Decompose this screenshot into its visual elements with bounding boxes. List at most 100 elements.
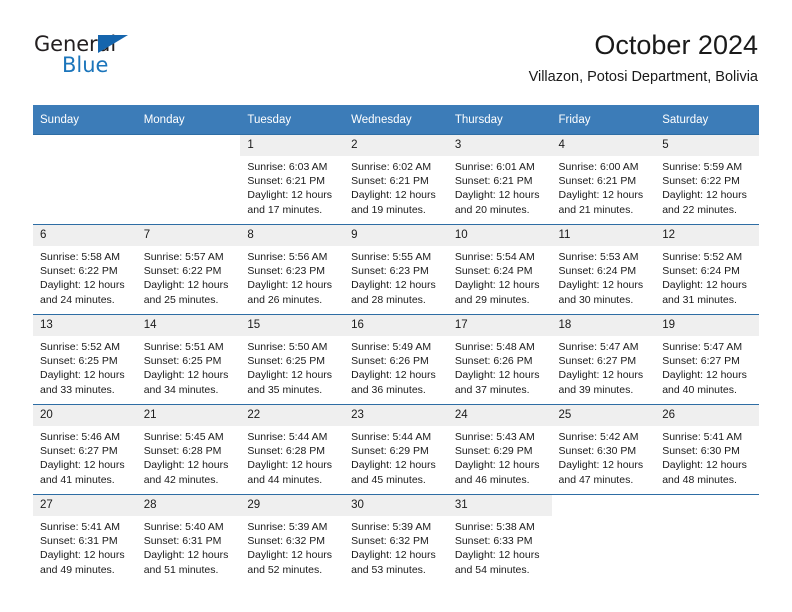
day-number: 1 bbox=[240, 135, 345, 156]
day-number: 24 bbox=[447, 405, 552, 426]
calendar-week-row: 27 Sunrise: 5:41 AM Sunset: 6:31 PM Dayligh… bbox=[33, 494, 759, 584]
sunset-text: Sunset: 6:26 PM bbox=[351, 355, 429, 368]
calendar-day-cell[interactable]: 2 Sunrise: 6:02 AM Sunset: 6:21 PM Daylight… bbox=[344, 134, 448, 225]
calendar-day-cell[interactable]: 18 Sunrise: 5:47 AM Sunset: 6:27 PM Dayligh… bbox=[551, 314, 656, 405]
calendar-cell-empty bbox=[136, 134, 241, 225]
sunset-text: Sunset: 6:32 PM bbox=[247, 535, 326, 548]
daylight-text: Daylight: 12 hours and 30 minutes. bbox=[558, 279, 644, 306]
calendar-day-cell[interactable]: 5 Sunrise: 5:59 AM Sunset: 6:22 PM Daylight… bbox=[655, 134, 759, 225]
sunrise-text: Sunrise: 5:52 AM bbox=[40, 341, 120, 353]
calendar-day-cell[interactable]: 21 Sunrise: 5:45 AM Sunset: 6:28 PM Dayligh… bbox=[136, 404, 241, 495]
sunrise-text: Sunrise: 5:43 AM bbox=[454, 431, 535, 443]
day-sun-info: Sunrise: 5:47 AM Sunset: 6:27 PM Daylight:… bbox=[552, 336, 656, 397]
sunrise-text: Sunrise: 5:58 AM bbox=[40, 251, 120, 263]
day-sun-info: Sunrise: 5:55 AM Sunset: 6:23 PM Daylight:… bbox=[344, 246, 448, 307]
sunrise-text: Sunrise: 5:51 AM bbox=[143, 341, 224, 353]
daylight-text: Daylight: 12 hours and 49 minutes. bbox=[40, 549, 125, 576]
day-sun-info: Sunrise: 5:44 AM Sunset: 6:29 PM Daylight:… bbox=[344, 426, 448, 487]
sunset-text: Sunset: 6:32 PM bbox=[351, 535, 429, 548]
day-sun-info: Sunrise: 6:00 AM Sunset: 6:21 PM Daylight:… bbox=[552, 156, 656, 217]
day-sun-info: Sunrise: 5:49 AM Sunset: 6:26 PM Daylight:… bbox=[344, 336, 448, 397]
day-number: 28 bbox=[136, 495, 241, 516]
page-title: October 2024 bbox=[594, 30, 758, 60]
calendar-day-cell[interactable]: 23 Sunrise: 5:44 AM Sunset: 6:29 PM Dayligh… bbox=[344, 404, 448, 495]
day-sun-info: Sunrise: 5:52 AM Sunset: 6:25 PM Daylight:… bbox=[33, 336, 137, 397]
calendar-day-cell[interactable]: 17 Sunrise: 5:48 AM Sunset: 6:26 PM Dayligh… bbox=[447, 314, 552, 405]
sunset-text: Sunset: 6:29 PM bbox=[454, 445, 533, 458]
day-sun-info: Sunrise: 5:43 AM Sunset: 6:29 PM Daylight:… bbox=[448, 426, 552, 487]
day-number: 23 bbox=[344, 405, 448, 426]
day-number: 4 bbox=[551, 135, 656, 156]
calendar-day-cell[interactable]: 27 Sunrise: 5:41 AM Sunset: 6:31 PM Dayligh… bbox=[33, 494, 137, 584]
daylight-text: Daylight: 12 hours and 17 minutes. bbox=[247, 189, 333, 216]
daylight-text: Daylight: 12 hours and 53 minutes. bbox=[351, 549, 436, 576]
calendar-day-cell[interactable]: 28 Sunrise: 5:40 AM Sunset: 6:31 PM Dayligh… bbox=[136, 494, 241, 584]
day-sun-info: Sunrise: 5:46 AM Sunset: 6:27 PM Daylight:… bbox=[33, 426, 137, 487]
day-number: 29 bbox=[240, 495, 345, 516]
sunrise-text: Sunrise: 5:55 AM bbox=[351, 251, 432, 263]
calendar-day-cell[interactable]: 11 Sunrise: 5:53 AM Sunset: 6:24 PM Dayligh… bbox=[551, 224, 656, 315]
calendar-day-cell[interactable]: 10 Sunrise: 5:54 AM Sunset: 6:24 PM Dayligh… bbox=[447, 224, 552, 315]
calendar-day-cell[interactable]: 31 Sunrise: 5:38 AM Sunset: 6:33 PM Dayligh… bbox=[447, 494, 552, 584]
sunrise-text: Sunrise: 5:39 AM bbox=[351, 521, 432, 533]
calendar-day-cell[interactable]: 16 Sunrise: 5:49 AM Sunset: 6:26 PM Dayligh… bbox=[344, 314, 448, 405]
calendar-day-cell[interactable]: 24 Sunrise: 5:43 AM Sunset: 6:29 PM Dayligh… bbox=[447, 404, 552, 495]
day-number: 17 bbox=[447, 315, 552, 336]
calendar-day-cell[interactable]: 12 Sunrise: 5:52 AM Sunset: 6:24 PM Dayligh… bbox=[655, 224, 759, 315]
calendar-day-cell[interactable]: 4 Sunrise: 6:00 AM Sunset: 6:21 PM Daylight… bbox=[551, 134, 656, 225]
weekday-header-wednesday: Wednesday bbox=[344, 105, 448, 135]
calendar-header-row: Sunday Monday Tuesday Wednesday Thursday… bbox=[33, 105, 759, 135]
page-subtitle: Villazon, Potosi Department, Bolivia bbox=[528, 69, 758, 85]
calendar-day-cell[interactable]: 13 Sunrise: 5:52 AM Sunset: 6:25 PM Dayligh… bbox=[33, 314, 137, 405]
daylight-text: Daylight: 12 hours and 29 minutes. bbox=[454, 279, 540, 306]
calendar-day-cell[interactable]: 14 Sunrise: 5:51 AM Sunset: 6:25 PM Dayligh… bbox=[136, 314, 241, 405]
calendar-day-cell[interactable]: 19 Sunrise: 5:47 AM Sunset: 6:27 PM Dayligh… bbox=[655, 314, 759, 405]
calendar-day-cell[interactable]: 6 Sunrise: 5:58 AM Sunset: 6:22 PM Daylight… bbox=[33, 224, 137, 315]
day-sun-info: Sunrise: 5:51 AM Sunset: 6:25 PM Daylight:… bbox=[137, 336, 241, 397]
sunset-text: Sunset: 6:27 PM bbox=[40, 445, 118, 458]
calendar-day-cell[interactable]: 30 Sunrise: 5:39 AM Sunset: 6:32 PM Dayligh… bbox=[344, 494, 448, 584]
sunrise-text: Sunrise: 6:03 AM bbox=[247, 161, 328, 173]
daylight-text: Daylight: 12 hours and 42 minutes. bbox=[143, 459, 229, 486]
calendar-day-cell[interactable]: 9 Sunrise: 5:55 AM Sunset: 6:23 PM Daylight… bbox=[344, 224, 448, 315]
sunrise-text: Sunrise: 5:47 AM bbox=[558, 341, 639, 353]
sunset-text: Sunset: 6:30 PM bbox=[662, 445, 740, 458]
sunrise-text: Sunrise: 5:54 AM bbox=[454, 251, 535, 263]
sunset-text: Sunset: 6:25 PM bbox=[40, 355, 118, 368]
day-number: 8 bbox=[240, 225, 345, 246]
day-sun-info: Sunrise: 5:58 AM Sunset: 6:22 PM Daylight:… bbox=[33, 246, 137, 307]
day-number bbox=[552, 495, 656, 516]
sunset-text: Sunset: 6:24 PM bbox=[454, 265, 533, 278]
weekday-header-thursday: Thursday bbox=[447, 105, 552, 135]
calendar-day-cell[interactable]: 7 Sunrise: 5:57 AM Sunset: 6:22 PM Daylight… bbox=[136, 224, 241, 315]
calendar-day-cell[interactable]: 26 Sunrise: 5:41 AM Sunset: 6:30 PM Dayligh… bbox=[655, 404, 759, 495]
sunrise-text: Sunrise: 5:44 AM bbox=[351, 431, 432, 443]
calendar-day-cell[interactable]: 3 Sunrise: 6:01 AM Sunset: 6:21 PM Daylight… bbox=[447, 134, 552, 225]
calendar-day-cell[interactable]: 25 Sunrise: 5:42 AM Sunset: 6:30 PM Dayligh… bbox=[551, 404, 656, 495]
calendar-day-cell[interactable]: 8 Sunrise: 5:56 AM Sunset: 6:23 PM Daylight… bbox=[240, 224, 345, 315]
daylight-text: Daylight: 12 hours and 51 minutes. bbox=[143, 549, 229, 576]
day-sun-info: Sunrise: 5:38 AM Sunset: 6:33 PM Daylight:… bbox=[448, 516, 552, 577]
day-number: 7 bbox=[136, 225, 241, 246]
calendar-day-cell[interactable]: 22 Sunrise: 5:44 AM Sunset: 6:28 PM Dayligh… bbox=[240, 404, 345, 495]
day-number: 2 bbox=[344, 135, 448, 156]
weekday-header-tuesday: Tuesday bbox=[240, 105, 345, 135]
sunset-text: Sunset: 6:21 PM bbox=[247, 175, 326, 188]
day-number: 9 bbox=[344, 225, 448, 246]
calendar-day-cell[interactable]: 20 Sunrise: 5:46 AM Sunset: 6:27 PM Dayligh… bbox=[33, 404, 137, 495]
sunrise-text: Sunrise: 5:48 AM bbox=[454, 341, 535, 353]
calendar-day-cell[interactable]: 29 Sunrise: 5:39 AM Sunset: 6:32 PM Dayligh… bbox=[240, 494, 345, 584]
sunset-text: Sunset: 6:22 PM bbox=[143, 265, 222, 278]
calendar-day-cell[interactable]: 15 Sunrise: 5:50 AM Sunset: 6:25 PM Dayligh… bbox=[240, 314, 345, 405]
sunset-text: Sunset: 6:25 PM bbox=[143, 355, 222, 368]
sunset-text: Sunset: 6:22 PM bbox=[40, 265, 118, 278]
general-blue-logo[interactable]: General Blue bbox=[34, 32, 194, 88]
weekday-header-saturday: Saturday bbox=[655, 105, 759, 135]
day-number: 31 bbox=[447, 495, 552, 516]
sunset-text: Sunset: 6:33 PM bbox=[454, 535, 533, 548]
calendar-cell-empty bbox=[655, 494, 759, 584]
calendar-day-cell[interactable]: 1 Sunrise: 6:03 AM Sunset: 6:21 PM Daylight… bbox=[240, 134, 345, 225]
day-sun-info: Sunrise: 5:56 AM Sunset: 6:23 PM Daylight:… bbox=[240, 246, 344, 307]
daylight-text: Daylight: 12 hours and 34 minutes. bbox=[143, 369, 229, 396]
daylight-text: Daylight: 12 hours and 41 minutes. bbox=[40, 459, 125, 486]
